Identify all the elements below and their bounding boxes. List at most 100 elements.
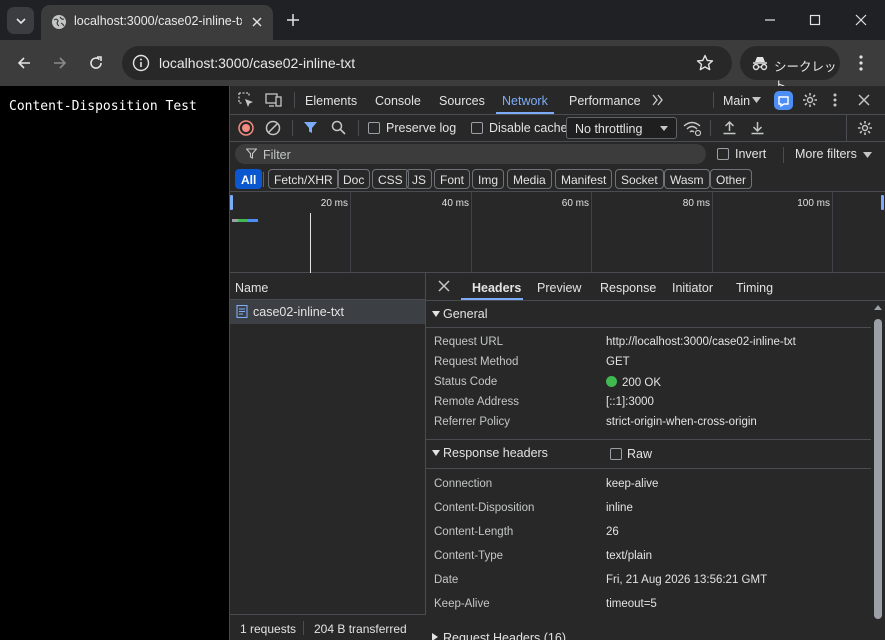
inspect-element-icon[interactable] [238, 92, 254, 108]
network-settings-icon[interactable] [857, 120, 873, 136]
address-bar[interactable]: localhost:3000/case02-inline-txt [122, 46, 732, 80]
record-icon[interactable] [238, 120, 254, 136]
filter-chip-img[interactable]: Img [472, 169, 505, 189]
throttling-select[interactable]: No throttling [566, 117, 677, 139]
close-devtools-icon[interactable] [858, 94, 870, 106]
filter-chip-fetch-xhr[interactable]: Fetch/XHR [268, 169, 339, 189]
header-key: Referrer Policy [434, 416, 511, 428]
detail-scrollbar[interactable] [871, 301, 885, 640]
caret-down-icon[interactable] [863, 152, 872, 158]
tab-response[interactable]: Response [600, 281, 656, 295]
tab-console[interactable]: Console [375, 94, 421, 108]
tab-timing[interactable]: Timing [736, 281, 773, 295]
filter-chip-manifest[interactable]: Manifest [555, 169, 613, 189]
tab-initiator[interactable]: Initiator [672, 281, 713, 295]
timeline-tick-label: 80 ms [682, 198, 710, 209]
invert-checkbox[interactable] [717, 148, 729, 160]
header-key: Keep-Alive [434, 598, 490, 610]
response-headers-section-header[interactable]: Response headers Raw [426, 440, 872, 468]
back-button[interactable] [12, 51, 36, 75]
search-icon[interactable] [331, 120, 346, 135]
bookmark-star-icon[interactable] [696, 54, 714, 72]
expand-triangle-icon [432, 311, 440, 317]
filter-input[interactable]: Filter [235, 144, 706, 164]
request-headers-section-header[interactable]: Request Headers (16) [426, 625, 872, 640]
resource-type-filters: All Fetch/XHR Doc CSS JS Font Img Media … [230, 167, 885, 192]
filter-funnel-icon[interactable] [303, 120, 318, 135]
minimize-button[interactable] [760, 10, 780, 30]
browser-tab[interactable]: localhost:3000/case02-inline-txt [41, 5, 273, 40]
name-column-header: Name [235, 281, 269, 295]
request-detail-panel: Headers Preview Response Initiator Timin… [426, 273, 885, 640]
header-key: Request URL [434, 336, 504, 348]
filter-chip-css[interactable]: CSS [372, 169, 409, 189]
filter-chip-all[interactable]: All [235, 169, 263, 189]
new-tab-button[interactable] [283, 10, 303, 30]
settings-gear-icon[interactable] [802, 92, 818, 108]
close-tab-icon[interactable] [248, 13, 266, 31]
tab-sources[interactable]: Sources [439, 94, 485, 108]
active-tab-indicator [496, 112, 554, 114]
collapsed-triangle-icon [432, 633, 438, 640]
header-key: Remote Address [434, 396, 520, 408]
network-conditions-icon[interactable] [683, 120, 702, 136]
filter-chip-doc[interactable]: Doc [337, 169, 371, 189]
header-key: Date [434, 574, 459, 586]
tab-network[interactable]: Network [502, 94, 548, 108]
general-row: Status Code 200 OK [426, 373, 872, 393]
filter-chip-socket[interactable]: Socket [615, 169, 664, 189]
context-selector[interactable]: Main [723, 94, 750, 108]
scrollbar-thumb[interactable] [874, 319, 882, 619]
minimize-icon [765, 19, 775, 21]
close-detail-icon[interactable] [438, 280, 450, 292]
general-section-header[interactable]: General [426, 301, 872, 327]
disable-cache-checkbox[interactable] [471, 122, 483, 134]
export-har-icon[interactable] [750, 120, 765, 135]
network-overview-timeline[interactable]: 20 ms 40 ms 60 ms 80 ms 100 ms [230, 192, 885, 273]
invert-label: Invert [735, 147, 767, 161]
maximize-button[interactable] [805, 10, 825, 30]
filter-chip-js[interactable]: JS [406, 169, 433, 189]
filter-chip-other[interactable]: Other [710, 169, 753, 189]
divider [426, 468, 872, 469]
header-value: text/plain [606, 550, 653, 562]
clear-icon[interactable] [265, 120, 281, 136]
raw-label: Raw [627, 447, 653, 461]
incognito-badge[interactable]: シークレット [740, 46, 840, 93]
tab-preview[interactable]: Preview [537, 281, 581, 295]
tab-elements[interactable]: Elements [305, 94, 357, 108]
preserve-log-checkbox[interactable] [368, 122, 380, 134]
scroll-up-arrow-icon[interactable] [874, 305, 882, 310]
raw-headers-checkbox[interactable] [610, 448, 622, 460]
timeline-gridline [832, 192, 833, 273]
filter-chip-media[interactable]: Media [507, 169, 552, 189]
divider [294, 92, 295, 108]
device-toolbar-icon[interactable] [265, 92, 282, 108]
import-har-icon[interactable] [722, 120, 737, 135]
response-headers-title: Response headers [443, 446, 548, 460]
close-window-button[interactable] [851, 10, 871, 30]
caret-down-icon[interactable] [752, 97, 761, 103]
tab-performance[interactable]: Performance [569, 94, 641, 108]
request-list-header[interactable]: Name [230, 273, 426, 300]
timeline-left-handle[interactable] [230, 195, 233, 210]
more-filters-button[interactable]: More filters [795, 147, 857, 161]
timeline-right-handle[interactable] [881, 195, 884, 210]
devtools-menu-icon[interactable] [833, 93, 837, 107]
reload-button[interactable] [84, 51, 108, 75]
filter-chip-wasm[interactable]: Wasm [664, 169, 710, 189]
general-row: Request URL http://localhost:3000/case02… [426, 333, 872, 353]
tab-search-button[interactable] [7, 7, 34, 34]
ai-assistant-icon[interactable] [774, 91, 793, 110]
browser-menu-button[interactable] [851, 52, 871, 74]
filter-chip-font[interactable]: Font [434, 169, 471, 189]
tab-headers[interactable]: Headers [472, 281, 521, 295]
request-row[interactable]: case02-inline-txt [230, 300, 425, 324]
more-tabs-icon[interactable] [651, 93, 665, 107]
throttling-value: No throttling [575, 122, 643, 136]
divider [303, 621, 304, 635]
forward-button[interactable] [48, 51, 72, 75]
preserve-log-label: Preserve log [386, 121, 457, 135]
devtools-panel: Elements Console Sources Network Perform… [230, 86, 885, 640]
expand-triangle-icon [432, 450, 440, 456]
